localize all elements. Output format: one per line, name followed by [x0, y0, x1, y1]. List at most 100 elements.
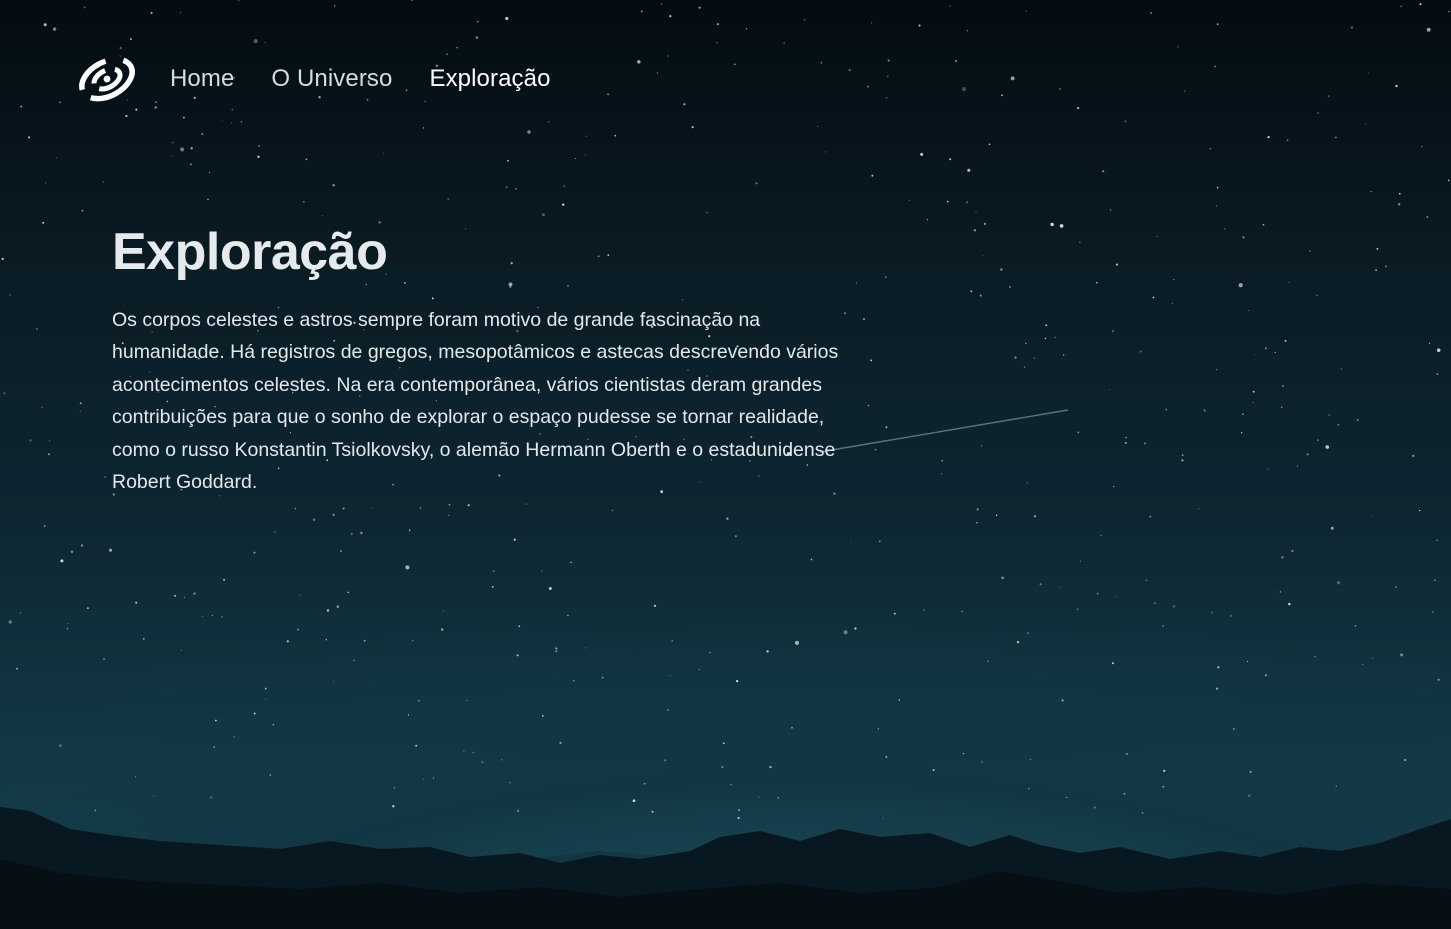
star: [80, 544, 84, 547]
star: [340, 550, 342, 552]
star: [1215, 368, 1218, 371]
star: [1210, 611, 1213, 614]
star: [201, 133, 203, 135]
star: [1001, 576, 1004, 580]
star: [643, 782, 646, 785]
star: [1361, 663, 1364, 666]
star: [722, 742, 725, 745]
star: [42, 221, 45, 224]
star: [231, 122, 233, 124]
star: [326, 609, 330, 612]
star: [1246, 660, 1249, 663]
star: [983, 222, 986, 225]
star: [269, 774, 272, 776]
star: [1181, 454, 1184, 457]
star: [1287, 139, 1289, 141]
star: [1045, 324, 1048, 327]
star: [41, 406, 43, 409]
star: [150, 11, 153, 15]
star: [350, 532, 353, 536]
star: [419, 507, 422, 509]
star: [1252, 401, 1254, 404]
star: [83, 6, 86, 9]
star: [407, 714, 410, 716]
star: [332, 680, 335, 682]
star: [669, 674, 671, 676]
star: [1184, 90, 1186, 92]
star: [297, 628, 299, 631]
star: [336, 605, 339, 608]
star: [1026, 482, 1029, 484]
star: [1404, 758, 1407, 762]
star: [492, 569, 495, 573]
star: [1281, 556, 1284, 559]
star: [1356, 418, 1359, 421]
star: [179, 11, 182, 14]
star: [1325, 445, 1330, 449]
star: [559, 741, 562, 745]
star: [143, 638, 145, 640]
star: [1288, 602, 1291, 606]
star: [171, 141, 174, 144]
star: [208, 172, 211, 174]
star: [637, 60, 641, 64]
star: [441, 628, 444, 631]
star: [1428, 342, 1431, 345]
star: [995, 514, 998, 517]
nav-link-home[interactable]: Home: [170, 65, 234, 93]
star: [1172, 605, 1176, 608]
mountain-silhouette: [0, 807, 1451, 929]
star: [456, 47, 458, 49]
star: [253, 712, 256, 715]
star: [509, 782, 511, 784]
star: [817, 125, 819, 127]
star: [709, 651, 711, 654]
star: [1420, 145, 1423, 148]
logo-link[interactable]: [78, 52, 136, 106]
star: [1116, 596, 1118, 598]
star: [885, 276, 887, 278]
star: [1109, 388, 1111, 390]
star: [173, 594, 177, 597]
star: [961, 610, 963, 612]
star: [885, 426, 888, 429]
star: [886, 75, 889, 78]
star: [8, 620, 12, 624]
star: [1079, 241, 1081, 244]
star: [1354, 624, 1357, 627]
star: [825, 151, 827, 153]
star: [108, 548, 113, 552]
star: [1216, 186, 1219, 189]
star: [410, 0, 413, 2]
hero-section: Exploração Os corpos celestes e astros s…: [112, 220, 852, 498]
star: [125, 114, 128, 118]
star: [102, 657, 106, 661]
star: [505, 16, 509, 21]
star: [70, 550, 74, 553]
nav-link-exploracao[interactable]: Exploração: [429, 65, 550, 93]
star: [975, 211, 977, 213]
star: [1027, 632, 1030, 635]
star: [1284, 339, 1287, 342]
star: [1025, 342, 1027, 345]
star: [867, 404, 870, 407]
star: [976, 508, 979, 511]
nav-link-universo[interactable]: O Universo: [271, 65, 392, 93]
star: [1033, 515, 1037, 518]
star: [541, 213, 545, 217]
star: [898, 699, 901, 701]
star: [955, 60, 957, 62]
star: [1216, 23, 1219, 25]
star: [325, 639, 327, 641]
star: [1010, 76, 1015, 81]
star: [1437, 678, 1440, 681]
star: [1400, 653, 1404, 657]
star: [1124, 442, 1127, 444]
star: [664, 759, 667, 762]
spiral-galaxy-icon: [79, 56, 135, 102]
star: [1262, 223, 1265, 226]
star: [264, 698, 266, 700]
star: [1050, 222, 1054, 227]
star: [920, 152, 924, 156]
star: [1153, 602, 1156, 605]
